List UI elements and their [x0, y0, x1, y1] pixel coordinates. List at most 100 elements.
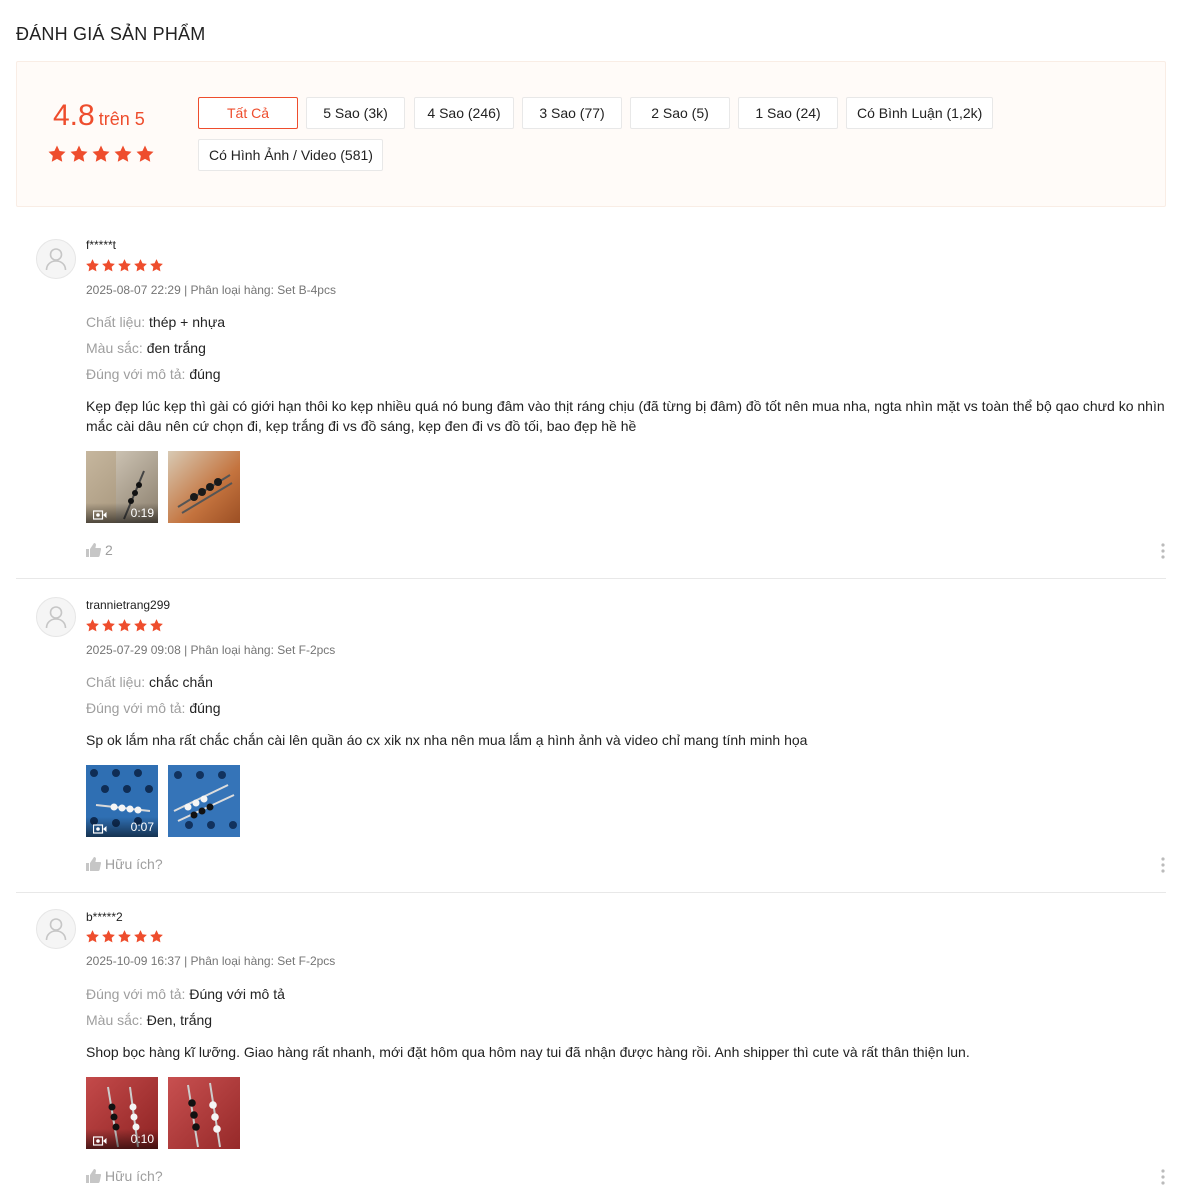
score-suffix: trên 5 — [98, 109, 145, 129]
helpful-button[interactable]: Hữu ích? — [86, 1168, 163, 1184]
more-options-icon[interactable] — [1160, 857, 1166, 878]
review-photo — [168, 451, 240, 523]
star-icon — [150, 930, 163, 943]
thumbs-up-icon — [86, 543, 101, 557]
attribute-value: thép + nhựa — [149, 314, 225, 330]
filter-1-star[interactable]: 1 Sao (24) — [738, 97, 838, 129]
avatar[interactable] — [36, 239, 76, 279]
user-icon — [45, 918, 67, 941]
review-attribute: Đúng với mô tả: đúng — [86, 700, 221, 716]
score-value: 4.8 — [53, 99, 95, 132]
review-meta: 2025-07-29 09:08 | Phân loại hàng: Set F… — [86, 643, 336, 657]
review-meta: 2025-08-07 22:29 | Phân loại hàng: Set B… — [86, 283, 336, 297]
attribute-value: Đen, trắng — [146, 1012, 213, 1028]
video-duration: 0:07 — [130, 820, 154, 834]
section-title: ĐÁNH GIÁ SẢN PHẨM — [16, 24, 206, 44]
review-username[interactable]: trannietrang299 — [86, 598, 170, 612]
star-icon — [134, 930, 147, 943]
avatar[interactable] — [36, 909, 76, 949]
review-video-thumbnail[interactable]: 0:19 — [86, 451, 158, 523]
review-image-thumbnail[interactable] — [168, 451, 240, 523]
star-icon — [102, 619, 115, 632]
star-icon — [150, 259, 163, 272]
user-icon — [45, 248, 67, 271]
thumbs-up-icon — [86, 857, 101, 871]
overall-score: 4.8 trên 5 — [53, 99, 145, 133]
review-video-thumbnail[interactable]: 0:07 — [86, 765, 158, 837]
review-attribute: Đúng với mô tả: Đúng với mô tả — [86, 986, 285, 1002]
attribute-key: Đúng với mô tả: — [86, 700, 186, 716]
star-icon — [86, 619, 99, 632]
attribute-key: Màu sắc: — [86, 340, 143, 356]
review-comment: Kẹp đẹp lúc kẹp thì gài có giới hạn thôi… — [86, 398, 1165, 434]
review-username[interactable]: f*****t — [86, 238, 116, 252]
overall-stars — [47, 144, 155, 164]
review-stars — [85, 929, 164, 944]
star-icon — [134, 619, 147, 632]
video-duration: 0:19 — [130, 506, 154, 520]
attribute-value: Đúng với mô tả — [189, 986, 285, 1002]
review-image-thumbnail[interactable] — [168, 765, 240, 837]
review-attribute: Chất liệu: chắc chắn — [86, 674, 213, 690]
review-photo — [168, 1077, 240, 1149]
attribute-key: Chất liệu: — [86, 674, 146, 690]
review-stars — [85, 618, 164, 633]
review-stars — [85, 258, 164, 273]
video-overlay: 0:07 — [86, 817, 158, 837]
filter-with-media[interactable]: Có Hình Ảnh / Video (581) — [198, 139, 383, 171]
review-image-thumbnail[interactable] — [168, 1077, 240, 1149]
filter-4-star[interactable]: 4 Sao (246) — [414, 97, 514, 129]
rating-overview: 4.8 trên 5 Tất Cả 5 Sao (3k) 4 Sao (246) … — [16, 61, 1166, 207]
review-divider — [16, 892, 1166, 893]
star-icon — [102, 259, 115, 272]
helpful-button[interactable]: Hữu ích? — [86, 856, 163, 872]
video-camera-icon — [93, 824, 107, 834]
review-attribute: Chất liệu: thép + nhựa — [86, 314, 225, 330]
star-icon — [102, 930, 115, 943]
video-overlay: 0:10 — [86, 1129, 158, 1149]
star-icon — [86, 259, 99, 272]
user-icon — [45, 606, 67, 629]
review-photo — [168, 765, 240, 837]
review-username[interactable]: b*****2 — [86, 910, 123, 924]
helpful-label: Hữu ích? — [105, 1168, 163, 1184]
more-options-icon[interactable] — [1160, 1169, 1166, 1190]
star-icon — [70, 145, 88, 162]
review-attribute: Màu sắc: Đen, trắng — [86, 1012, 212, 1028]
filter-with-comment[interactable]: Có Bình Luận (1,2k) — [846, 97, 993, 129]
review-meta: 2025-10-09 16:37 | Phân loại hàng: Set F… — [86, 954, 336, 968]
attribute-value: đen trắng — [146, 340, 206, 356]
attribute-key: Đúng với mô tả: — [86, 986, 186, 1002]
star-icon — [92, 145, 110, 162]
helpful-button[interactable]: 2 — [86, 542, 113, 558]
review-comment: Sp ok lắm nha rất chắc chắn cài lên quần… — [86, 732, 808, 748]
star-icon — [118, 619, 131, 632]
more-options-icon[interactable] — [1160, 543, 1166, 564]
star-icon — [134, 259, 147, 272]
attribute-value: chắc chắn — [149, 674, 213, 690]
attribute-key: Màu sắc: — [86, 1012, 143, 1028]
review-video-thumbnail[interactable]: 0:10 — [86, 1077, 158, 1149]
thumbs-up-icon — [86, 1169, 101, 1183]
review-attribute: Màu sắc: đen trắng — [86, 340, 206, 356]
star-icon — [118, 930, 131, 943]
star-icon — [150, 619, 163, 632]
star-icon — [86, 930, 99, 943]
filter-2-star[interactable]: 2 Sao (5) — [630, 97, 730, 129]
star-icon — [48, 145, 66, 162]
star-icon — [114, 145, 132, 162]
video-overlay: 0:19 — [86, 503, 158, 523]
video-camera-icon — [93, 510, 107, 520]
attribute-value: đúng — [189, 700, 221, 716]
star-icon — [118, 259, 131, 272]
helpful-count: 2 — [105, 542, 113, 558]
filter-all[interactable]: Tất Cả — [198, 97, 298, 129]
filter-5-star[interactable]: 5 Sao (3k) — [306, 97, 405, 129]
star-icon — [136, 145, 154, 162]
review-attribute: Đúng với mô tả: đúng — [86, 366, 221, 382]
attribute-key: Chất liệu: — [86, 314, 146, 330]
filter-3-star[interactable]: 3 Sao (77) — [522, 97, 622, 129]
review-comment: Shop bọc hàng kĩ lưỡng. Giao hàng rất nh… — [86, 1044, 970, 1060]
avatar[interactable] — [36, 597, 76, 637]
attribute-key: Đúng với mô tả: — [86, 366, 186, 382]
